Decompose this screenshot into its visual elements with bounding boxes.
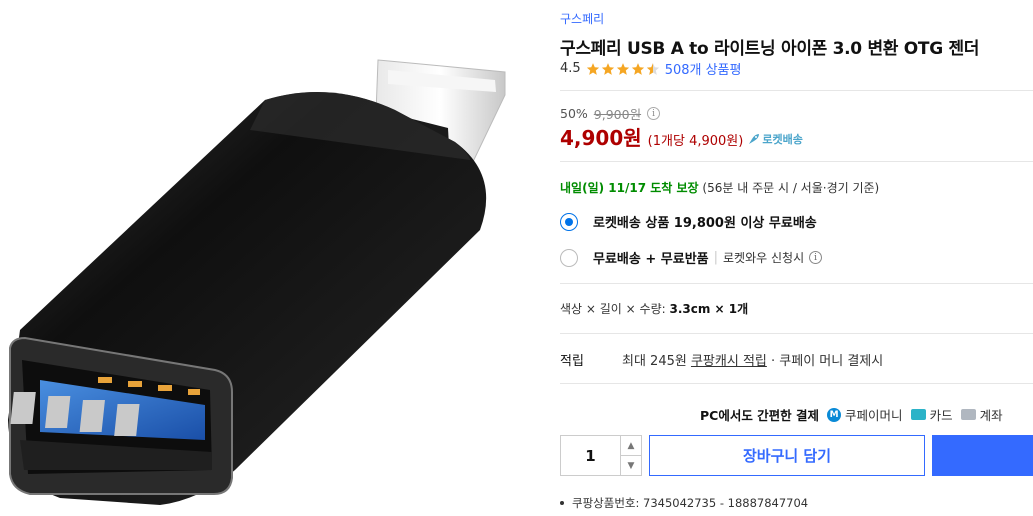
price-row: 4,900원 (1개당 4,900원) 로켓배송 — [560, 122, 803, 151]
sale-price: 4,900원 — [560, 126, 642, 150]
info-icon[interactable]: i — [809, 251, 823, 264]
payment-coupay-money[interactable]: M 쿠페이머니 — [827, 405, 903, 424]
add-to-cart-button[interactable]: 장바구니 담기 — [649, 435, 925, 476]
payment-title: PC에서도 간편한 결제 — [700, 408, 820, 423]
unit-price: (1개당 4,900원) — [647, 134, 744, 149]
shipping-option-sub: 로켓와우 신청시 — [723, 251, 805, 265]
shipping-option-label: 무료배송 + 무료반품 — [593, 252, 709, 267]
selected-option: 색상 × 길이 × 수량: 3.3cm × 1개 — [560, 300, 748, 317]
payment-bank[interactable]: 계좌 — [960, 405, 1003, 424]
product-image[interactable] — [0, 0, 545, 516]
product-info-panel: 구스페리 구스페리 USB A to 라이트닝 아이폰 3.0 변환 OTG 젠… — [560, 0, 1033, 516]
review-count-link[interactable]: 508개 상품평 — [665, 59, 742, 78]
quantity-up-button[interactable]: ▲ — [621, 436, 641, 455]
discount-row: 50% 9,900원 i — [560, 104, 661, 123]
payment-label: 쿠페이머니 — [845, 408, 903, 423]
half-star-icon — [646, 62, 659, 75]
reward-amount: 최대 245원 — [622, 354, 687, 369]
reward-suffix: · 쿠페이 머니 결제시 — [771, 354, 884, 369]
original-price: 9,900원 — [593, 107, 642, 122]
coupay-money-icon: M — [827, 407, 842, 422]
buy-now-button[interactable] — [932, 435, 1033, 476]
rocket-badge: 로켓배송 — [748, 131, 803, 147]
payment-label: 카드 — [929, 408, 953, 423]
reward-row: 적립 최대 245원 쿠팡캐시 적립 · 쿠페이 머니 결제시 — [560, 350, 883, 369]
divider — [560, 161, 1033, 162]
rocket-icon — [749, 134, 760, 144]
product-code-text: 쿠팡상품번호: 7345042735 - 18887847704 — [572, 496, 809, 510]
rating-row: 4.5 508개 상품평 — [560, 59, 741, 78]
delivery-note: (56분 내 주문 시 / 서울·경기 기준) — [702, 181, 880, 195]
quantity-input[interactable]: 1 — [561, 436, 620, 475]
shipping-option-rocket[interactable]: 로켓배송 상품 19,800원 이상 무료배송 — [560, 212, 817, 231]
coupang-cash-link[interactable]: 쿠팡캐시 적립 — [691, 354, 767, 369]
option-value: 3.3cm × 1개 — [669, 302, 749, 316]
shipping-option-wow[interactable]: 무료배송 + 무료반품 | 로켓와우 신청시 i — [560, 248, 823, 267]
quantity-steps: ▲ ▼ — [620, 436, 641, 475]
rocket-label: 로켓배송 — [762, 133, 803, 146]
card-icon — [910, 409, 926, 420]
rating-value: 4.5 — [560, 61, 581, 76]
star-rating — [586, 62, 660, 76]
quantity-stepper[interactable]: 1 ▲ ▼ — [560, 435, 642, 476]
info-icon[interactable]: i — [647, 107, 661, 120]
star-icon — [601, 62, 614, 75]
payment-label: 계좌 — [979, 408, 1003, 423]
bank-icon — [960, 409, 976, 420]
product-code: 쿠팡상품번호: 7345042735 - 18887847704 — [560, 495, 808, 511]
star-icon — [631, 62, 644, 75]
payment-card[interactable]: 카드 — [910, 405, 953, 424]
delivery-info: 내일(일) 11/17 도착 보장 (56분 내 주문 시 / 서울·경기 기준… — [560, 179, 879, 196]
quantity-down-button[interactable]: ▼ — [621, 455, 641, 475]
divider — [560, 283, 1033, 284]
divider — [560, 333, 1033, 334]
bullet — [560, 501, 564, 505]
product-title: 구스페리 USB A to 라이트닝 아이폰 3.0 변환 OTG 젠더 — [560, 39, 980, 59]
star-icon — [586, 62, 599, 75]
delivery-date: 내일(일) 11/17 도착 보장 — [560, 181, 699, 195]
discount-rate: 50% — [560, 106, 588, 121]
option-label: 색상 × 길이 × 수량: — [560, 302, 666, 316]
divider — [560, 90, 1033, 91]
divider — [560, 383, 1033, 384]
reward-text: 최대 245원 쿠팡캐시 적립 · 쿠페이 머니 결제시 — [622, 350, 883, 369]
payment-methods: PC에서도 간편한 결제 M 쿠페이머니 카드 계좌 — [700, 405, 1011, 424]
brand-link[interactable]: 구스페리 — [560, 10, 604, 27]
separator: | — [713, 250, 719, 265]
radio-selected[interactable] — [560, 212, 578, 231]
reward-label: 적립 — [560, 354, 584, 369]
radio-unselected[interactable] — [560, 248, 578, 267]
shipping-option-label: 로켓배송 상품 19,800원 이상 무료배송 — [593, 216, 817, 231]
star-icon — [616, 62, 629, 75]
